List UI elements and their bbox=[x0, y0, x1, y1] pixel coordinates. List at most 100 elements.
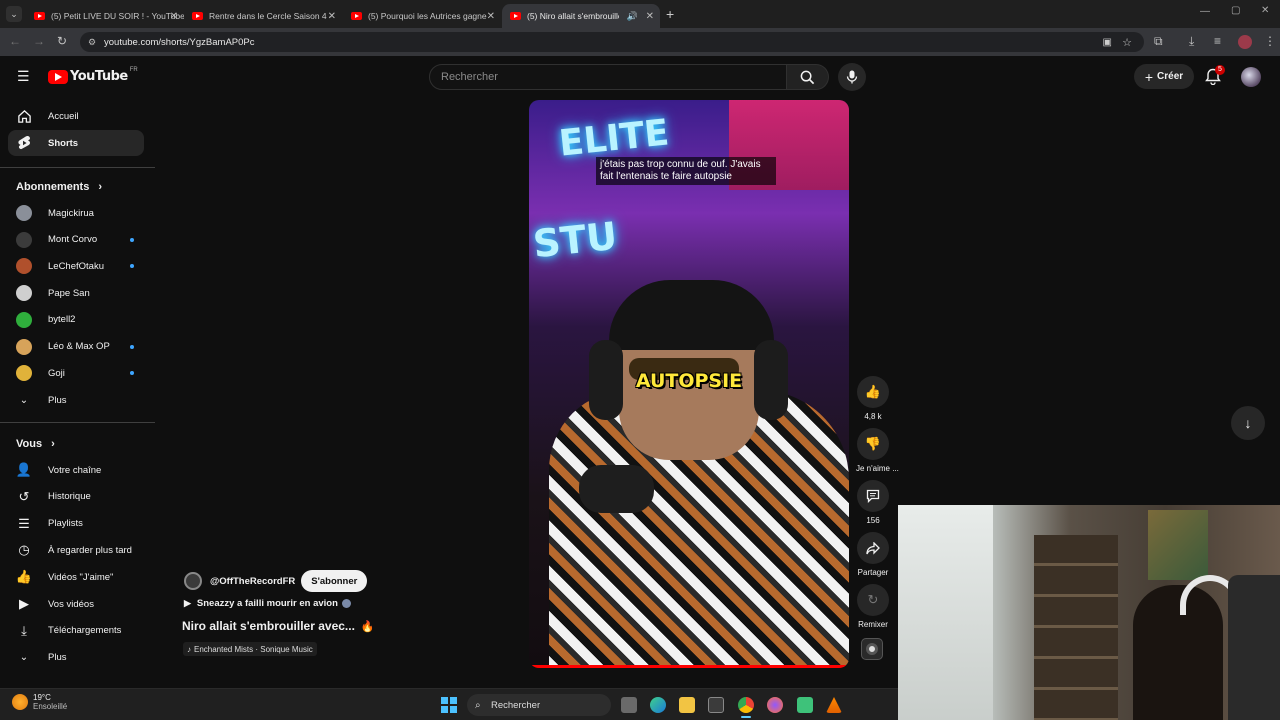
app-green-icon[interactable] bbox=[797, 697, 813, 713]
sidebar-item-accueil[interactable]: Accueil bbox=[8, 103, 144, 129]
comments-action[interactable]: 156 bbox=[856, 480, 890, 525]
channel-avatar[interactable] bbox=[184, 572, 202, 590]
sidebar-item-label: LeChefOtaku bbox=[48, 260, 104, 272]
edge-icon[interactable] bbox=[650, 697, 666, 713]
linked-video[interactable]: ▶ Sneazzy a failli mourir en avion bbox=[184, 598, 351, 609]
sidebar-subscription-item[interactable]: Léo & Max OP bbox=[8, 334, 144, 360]
subscribe-button[interactable]: S'abonner bbox=[301, 570, 368, 592]
sidebar-item-shorts[interactable]: Shorts bbox=[8, 130, 144, 156]
sidebar-more-subscriptions[interactable]: ⌄ Plus bbox=[8, 387, 144, 413]
share-icon[interactable] bbox=[857, 532, 889, 564]
sound-chip[interactable]: ♪ Enchanted Mists · Sonique Music bbox=[183, 642, 317, 656]
browser-tab[interactable]: Rentre dans le Cercle Saison 4 - ✕ bbox=[184, 4, 342, 28]
your-videos-icon: ▶ bbox=[19, 596, 29, 611]
sidebar-item-liked[interactable]: 👍 Vidéos "J'aime" bbox=[8, 564, 144, 590]
weather-widget[interactable]: 19°C Ensoleillé bbox=[12, 693, 67, 711]
sidebar-subscription-item[interactable]: Goji bbox=[8, 360, 144, 386]
start-button[interactable] bbox=[441, 697, 457, 713]
address-bar[interactable]: ⚙ youtube.com/shorts/YgzBamAP0Pc ▣ ☆ bbox=[80, 32, 1144, 52]
extensions-icon[interactable]: ⧉ bbox=[1154, 34, 1163, 48]
profile-avatar[interactable] bbox=[1238, 35, 1252, 49]
sound-thumbnail[interactable] bbox=[861, 638, 883, 660]
new-tab-button[interactable]: + bbox=[666, 6, 674, 22]
browser-tab-active[interactable]: (5) Niro allait s'embrouiller 🔊 ✕ bbox=[502, 4, 660, 28]
sidebar-item-channel[interactable]: 👤 Votre chaîne bbox=[8, 457, 144, 483]
sidebar-divider bbox=[0, 167, 155, 168]
record-icon bbox=[866, 643, 878, 655]
notifications-button[interactable]: 5 bbox=[1205, 65, 1225, 86]
restore-button[interactable]: ▢ bbox=[1231, 5, 1240, 16]
store-icon[interactable] bbox=[708, 697, 724, 713]
browser-menu-icon[interactable]: ⋮ bbox=[1264, 34, 1276, 48]
verified-icon bbox=[341, 599, 351, 608]
close-icon[interactable]: ✕ bbox=[328, 11, 336, 22]
sidebar-item-downloads[interactable]: ⤓ Téléchargements bbox=[8, 618, 144, 644]
youtube-favicon-icon bbox=[351, 12, 362, 20]
create-button[interactable]: + Créer bbox=[1134, 64, 1194, 89]
tab-title: (5) Pourquoi les Autrices gagne bbox=[368, 11, 487, 21]
browser-tab[interactable]: (5) Petit LIVE DU SOIR ! - YouTube ✕ bbox=[26, 4, 184, 28]
youtube-favicon-icon bbox=[192, 12, 203, 20]
thumbs-up-icon[interactable]: 👍 bbox=[857, 376, 889, 408]
voice-search-button[interactable] bbox=[838, 63, 866, 91]
sidebar-subscription-item[interactable]: bytell2 bbox=[8, 307, 144, 333]
close-window-button[interactable]: ✕ bbox=[1261, 5, 1269, 16]
chrome-icon[interactable] bbox=[738, 697, 754, 713]
progress-bar[interactable] bbox=[529, 665, 849, 668]
install-icon[interactable]: ▣ bbox=[1103, 37, 1112, 48]
search-button[interactable] bbox=[787, 64, 829, 90]
subscriptions-heading[interactable]: Abonnements › bbox=[16, 181, 102, 193]
dislike-action[interactable]: 👎 Je n'aime ... bbox=[856, 428, 899, 473]
remix-action[interactable]: ↻ Remixer bbox=[856, 584, 890, 629]
bookmark-star-icon[interactable]: ☆ bbox=[1122, 36, 1132, 49]
taskbar-search[interactable]: ⌕ Rechercher bbox=[467, 694, 611, 716]
back-icon[interactable]: ← bbox=[9, 34, 21, 48]
like-action[interactable]: 👍 4,8 k bbox=[856, 376, 890, 421]
sidebar-item-history[interactable]: ↺ Historique bbox=[8, 484, 144, 510]
downloads-toolbar-icon[interactable]: ⤓ bbox=[1189, 34, 1194, 48]
sidebar-item-your-videos[interactable]: ▶ Vos vidéos bbox=[8, 591, 144, 617]
video-overlay-word: AUTOPSIE bbox=[635, 370, 743, 392]
file-explorer-icon[interactable] bbox=[679, 697, 695, 713]
comment-icon[interactable] bbox=[857, 480, 889, 512]
media-control-icon[interactable]: ≡ bbox=[1214, 34, 1221, 48]
site-info-icon[interactable]: ⚙ bbox=[88, 37, 96, 48]
browser-tab[interactable]: (5) Pourquoi les Autrices gagne ✕ bbox=[343, 4, 501, 28]
sidebar-item-watch-later[interactable]: ◷ À regarder plus tard bbox=[8, 537, 144, 563]
account-avatar[interactable] bbox=[1241, 67, 1261, 87]
sidebar-more-you[interactable]: ⌄ Plus bbox=[8, 644, 144, 670]
remix-icon[interactable]: ↻ bbox=[857, 584, 889, 616]
channel-name[interactable]: @OffTheRecordFR bbox=[210, 576, 295, 587]
sidebar-subscription-item[interactable]: Pape San bbox=[8, 280, 144, 306]
you-heading[interactable]: Vous › bbox=[16, 438, 55, 450]
thumbs-down-icon[interactable]: 👎 bbox=[857, 428, 889, 460]
next-short-button[interactable]: ↓ bbox=[1231, 406, 1265, 440]
search-input[interactable]: Rechercher bbox=[429, 64, 787, 90]
audio-playing-icon[interactable]: 🔊 bbox=[627, 11, 638, 22]
firefox-icon[interactable] bbox=[767, 697, 783, 713]
menu-icon[interactable]: ☰ bbox=[17, 69, 31, 83]
youtube-wordmark: YouTube bbox=[70, 69, 128, 84]
channel-avatar bbox=[16, 258, 32, 275]
sidebar-subscription-item[interactable]: Mont Corvo bbox=[8, 227, 144, 253]
youtube-logo[interactable]: YouTube FR bbox=[48, 67, 138, 84]
task-view-icon[interactable] bbox=[621, 697, 637, 713]
forward-icon[interactable]: → bbox=[33, 34, 45, 48]
sidebar-item-label: Léo & Max OP bbox=[48, 341, 110, 352]
close-icon[interactable]: ✕ bbox=[646, 11, 654, 22]
tab-search-button[interactable]: ⌄ bbox=[6, 6, 22, 22]
minimize-button[interactable]: — bbox=[1200, 6, 1210, 17]
create-label: Créer bbox=[1157, 71, 1184, 82]
sidebar: Accueil Shorts Abonnements › Magickirua M… bbox=[0, 98, 155, 688]
close-icon[interactable]: ✕ bbox=[487, 11, 495, 22]
reload-icon[interactable]: ↻ bbox=[57, 34, 67, 48]
new-content-dot bbox=[130, 344, 134, 349]
weather-temp: 19°C bbox=[33, 693, 51, 702]
share-action[interactable]: Partager bbox=[856, 532, 890, 577]
close-icon[interactable]: ✕ bbox=[170, 11, 178, 22]
channel-row: @OffTheRecordFR S'abonner bbox=[184, 570, 368, 592]
sidebar-subscription-item[interactable]: LeChefOtaku bbox=[8, 253, 144, 279]
sidebar-item-playlists[interactable]: ☰ Playlists bbox=[8, 511, 144, 537]
sidebar-subscription-item[interactable]: Magickirua bbox=[8, 200, 144, 226]
youtube-logo-icon bbox=[48, 69, 68, 84]
